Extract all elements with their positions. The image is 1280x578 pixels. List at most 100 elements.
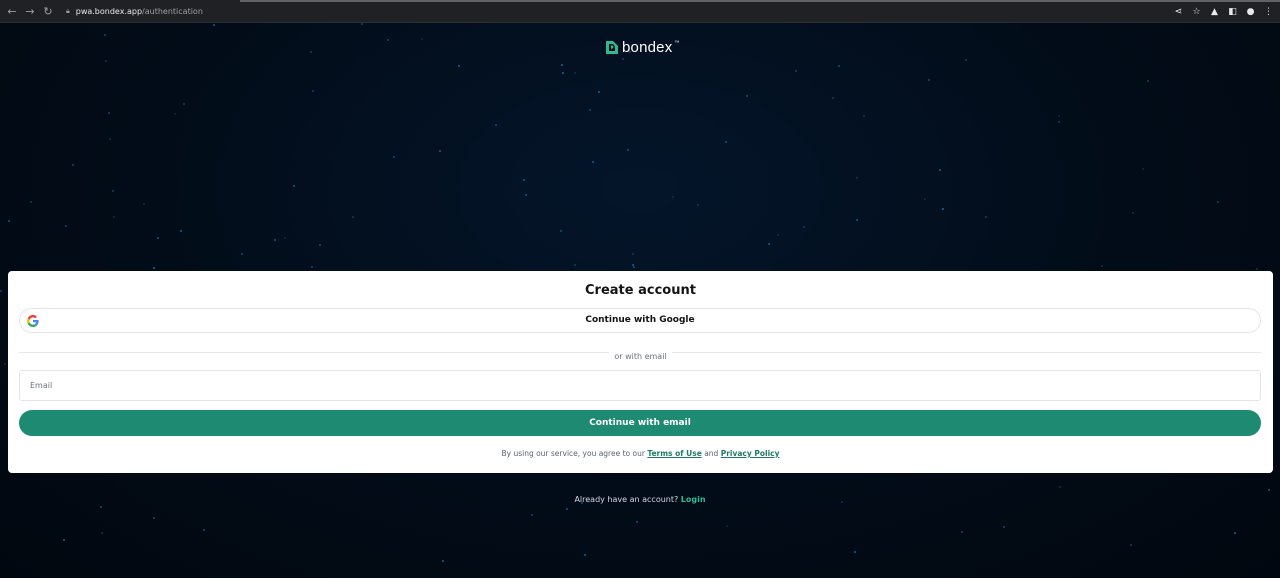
profile-icon[interactable]: ● — [1245, 6, 1256, 17]
star-dot — [592, 161, 594, 163]
star-dot — [352, 216, 354, 218]
page-title: Create account — [585, 283, 696, 298]
star-dot — [387, 39, 389, 41]
star-dot — [832, 97, 834, 99]
star-dot — [961, 531, 963, 533]
star-dot — [442, 560, 444, 562]
browser-nav: ← → ↻ — [4, 3, 58, 19]
star-dot — [942, 208, 944, 210]
star-dot — [838, 65, 840, 67]
lock-icon[interactable]: 🔒︎ — [66, 7, 70, 16]
star-dot — [495, 124, 497, 126]
star-dot — [636, 521, 638, 523]
star-dot — [1058, 115, 1060, 117]
email-field[interactable] — [19, 370, 1261, 401]
star-dot — [393, 156, 395, 158]
star-dot — [63, 539, 65, 541]
address-bar[interactable]: 🔒︎ pwa.bondex.app/authentication — [66, 7, 203, 16]
star-dot — [1059, 486, 1061, 488]
star-dot — [803, 226, 805, 228]
star-dot — [562, 72, 564, 74]
star-dot — [101, 532, 103, 534]
star-dot — [525, 194, 527, 196]
star-dot — [310, 51, 312, 53]
star-icon[interactable]: ☆ — [1191, 6, 1202, 17]
star-dot — [1058, 121, 1060, 123]
star-dot — [1142, 168, 1144, 170]
arrow-right-icon[interactable]: → — [22, 3, 38, 19]
brand-logo[interactable]: bondex ™ — [605, 38, 679, 56]
star-dot — [854, 551, 856, 553]
terms-of-use-link[interactable]: Terms of Use — [647, 449, 701, 458]
star-dot — [312, 90, 314, 92]
star-dot — [697, 204, 699, 206]
star-dot — [4, 363, 6, 365]
star-dot — [632, 253, 634, 255]
bondex-logo-icon — [606, 40, 618, 54]
star-dot — [1132, 212, 1134, 214]
star-dot — [143, 203, 145, 205]
star-dot — [0, 290, 2, 292]
star-dot — [203, 529, 205, 531]
star-dot — [726, 525, 728, 527]
star-dot — [174, 113, 176, 115]
star-dot — [560, 230, 562, 232]
login-link[interactable]: Login — [681, 495, 706, 504]
star-dot — [458, 65, 460, 67]
star-dot — [112, 190, 114, 192]
star-dot — [965, 59, 967, 61]
star-dot — [293, 185, 295, 187]
already-have-account-text: Already have an account? — [574, 495, 679, 504]
star-dot — [561, 64, 563, 66]
extension-icon[interactable]: ▲ — [1209, 6, 1220, 17]
browser-toolbar: ← → ↻ 🔒︎ pwa.bondex.app/authentication ⋖… — [0, 0, 1280, 23]
arrow-left-icon[interactable]: ← — [4, 3, 20, 19]
star-dot — [523, 179, 525, 181]
menu-icon[interactable]: ⋮ — [1263, 6, 1274, 17]
star-dot — [795, 70, 797, 72]
google-button-label: Continue with Google — [585, 315, 695, 325]
continue-with-google-button[interactable]: Continue with Google — [19, 308, 1261, 333]
star-dot — [105, 60, 107, 62]
star-dot — [108, 112, 110, 114]
star-dot — [566, 508, 568, 510]
loading-bar — [240, 0, 1280, 2]
star-dot — [1217, 201, 1219, 203]
star-dot — [1003, 526, 1005, 528]
brand-trademark: ™ — [674, 40, 680, 46]
terms-and: and — [704, 449, 719, 458]
star-dot — [180, 230, 182, 232]
star-dot — [768, 243, 770, 245]
star-dot — [1147, 80, 1149, 82]
url-path: /authentication — [142, 6, 203, 16]
star-dot — [863, 115, 865, 117]
star-dot — [439, 150, 441, 152]
share-icon[interactable]: ⋖ — [1173, 6, 1184, 17]
star-dot — [65, 225, 67, 227]
star-dot — [109, 138, 111, 140]
star-dot — [72, 164, 74, 166]
star-dot — [622, 58, 624, 60]
star-dot — [777, 234, 779, 236]
star-dot — [531, 514, 533, 516]
star-dot — [361, 23, 363, 25]
star-dot — [856, 219, 858, 221]
star-dot — [1256, 268, 1258, 270]
star-dot — [1234, 532, 1236, 534]
star-dot — [1268, 489, 1270, 491]
star-dot — [311, 266, 313, 268]
star-dot — [30, 201, 32, 203]
star-dot — [985, 216, 987, 218]
privacy-policy-link[interactable]: Privacy Policy — [721, 449, 780, 458]
star-dot — [574, 72, 576, 74]
star-dot — [100, 506, 102, 508]
continue-with-email-button[interactable]: Continue with email — [19, 410, 1261, 436]
star-dot — [104, 34, 106, 36]
star-dot — [589, 109, 591, 111]
login-prompt: Already have an account? Login — [0, 495, 1280, 504]
reload-icon[interactable]: ↻ — [40, 3, 56, 19]
star-dot — [672, 196, 674, 198]
sidebar-icon[interactable]: ◧ — [1227, 6, 1238, 17]
star-dot — [8, 220, 10, 222]
star-dot — [633, 266, 635, 268]
